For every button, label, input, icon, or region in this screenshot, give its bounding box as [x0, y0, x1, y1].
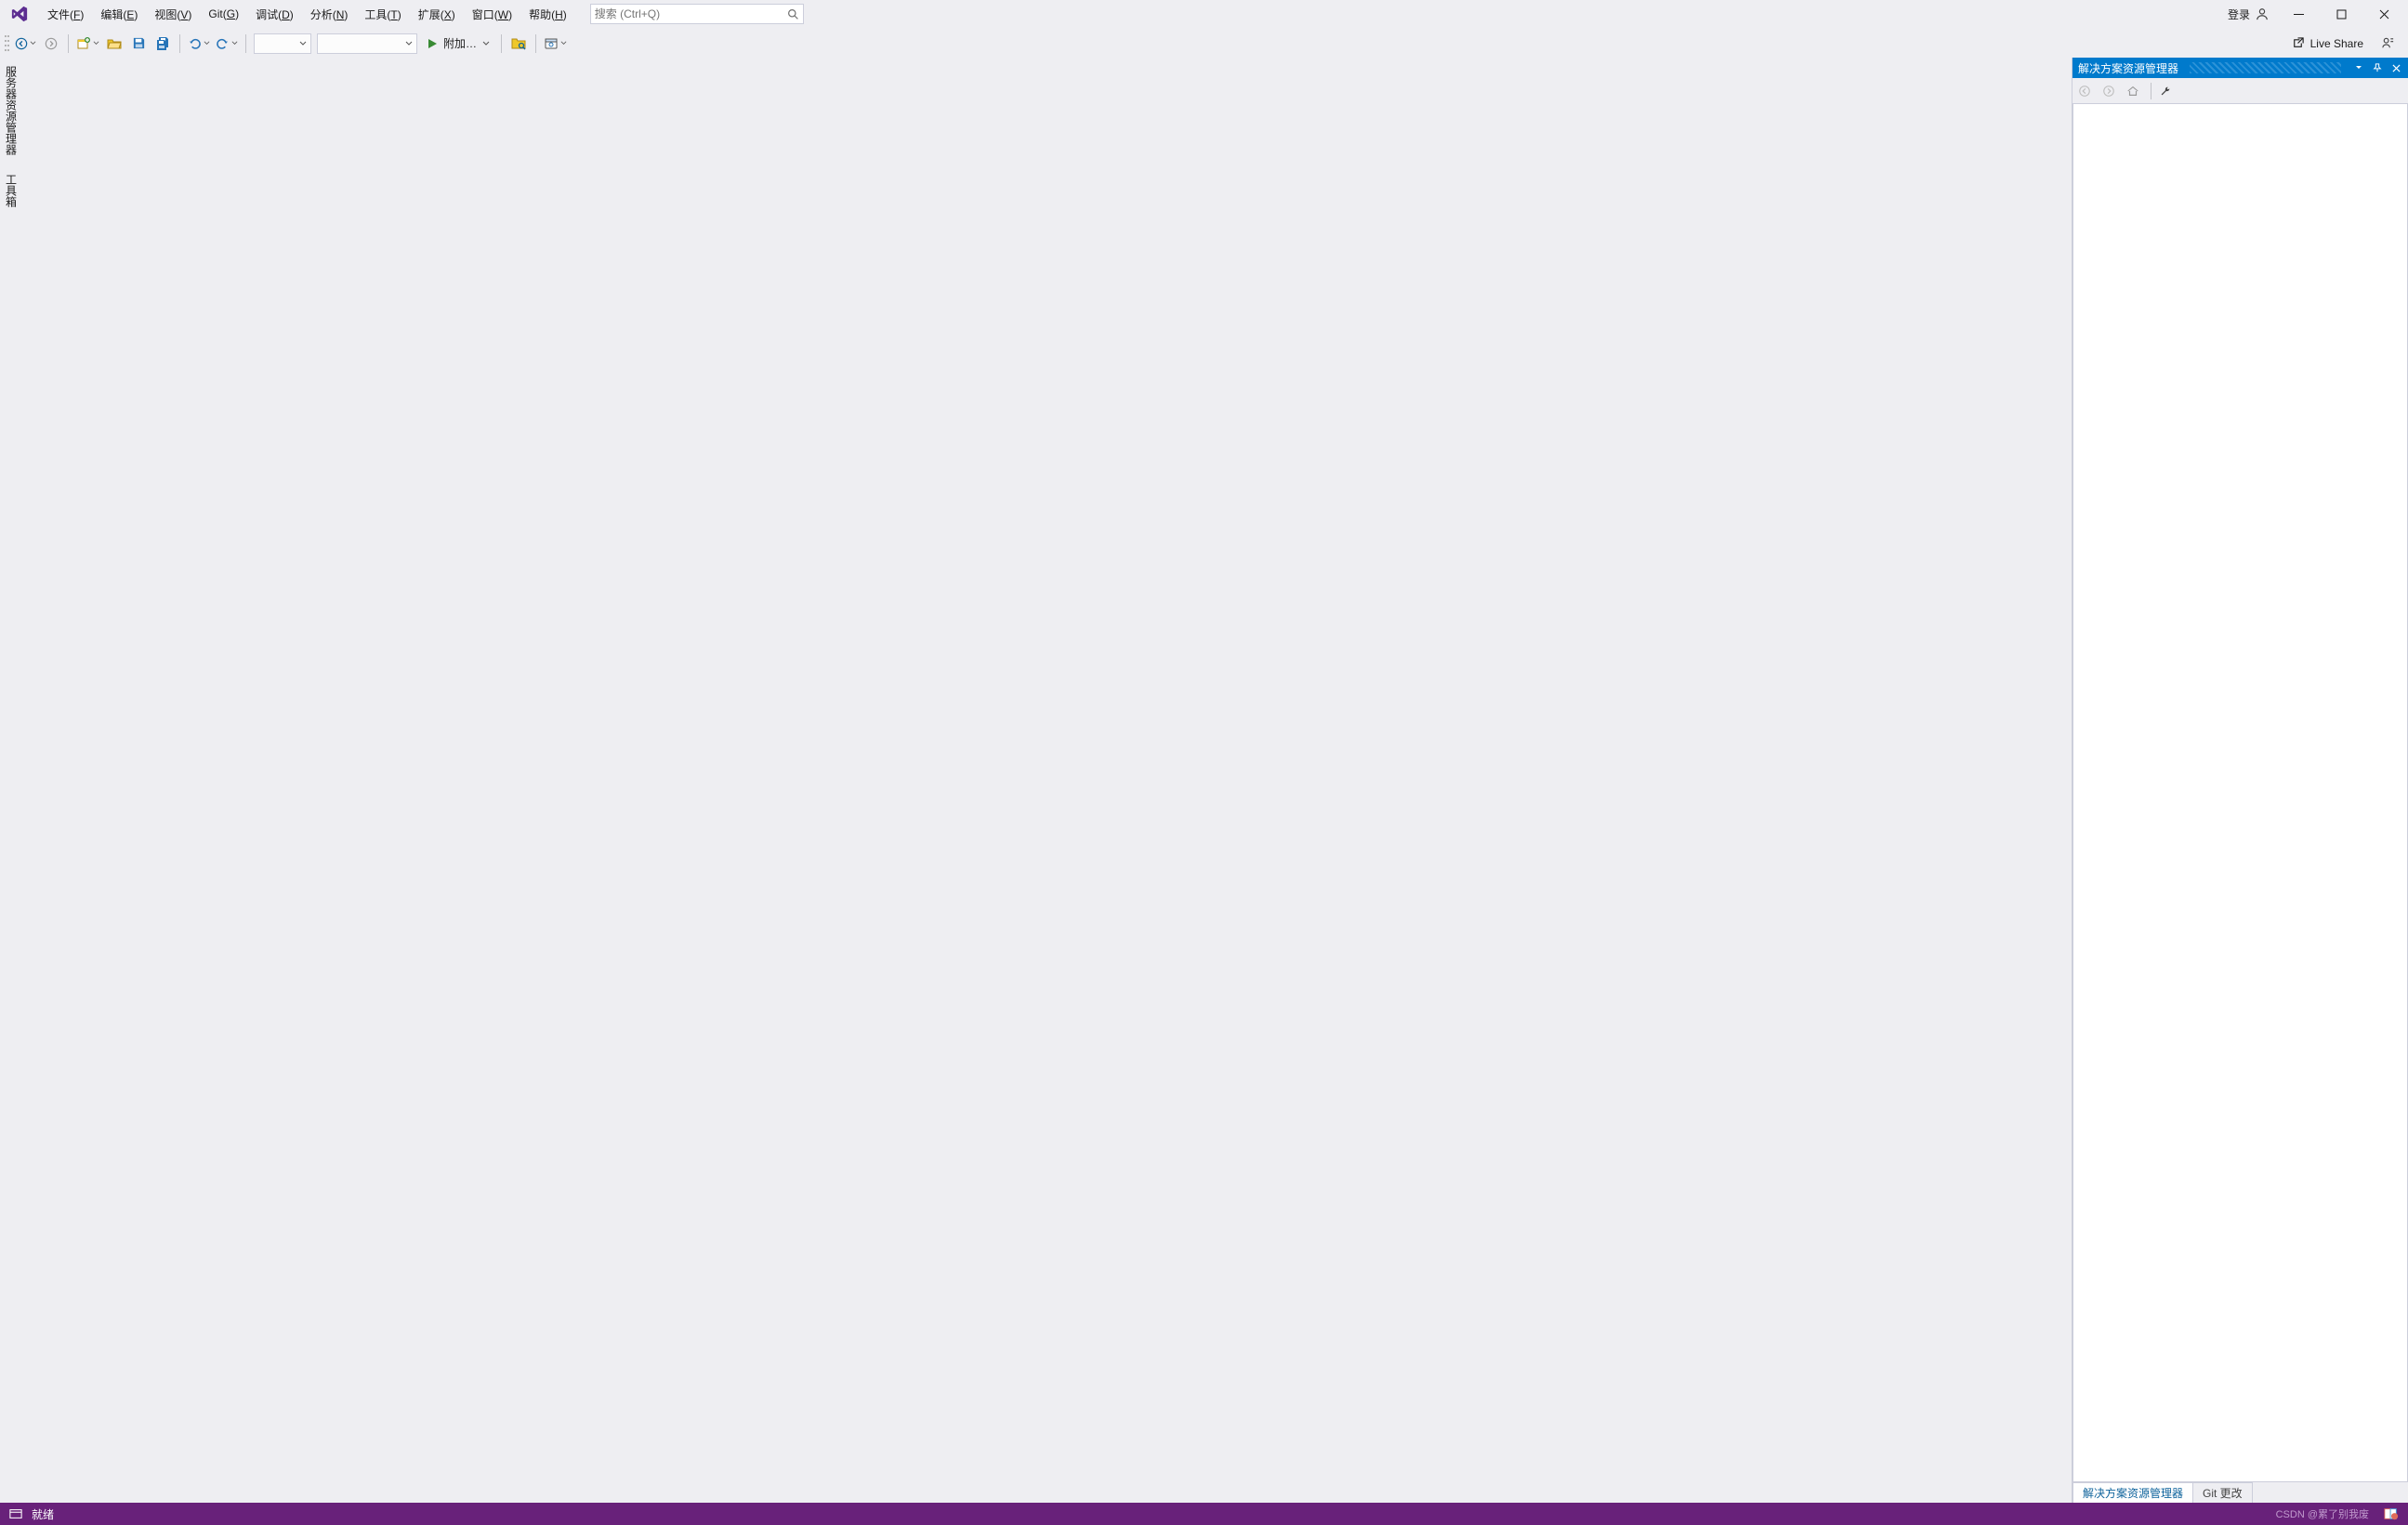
- menu-extensions[interactable]: 扩展(X): [410, 3, 464, 26]
- open-file-button[interactable]: [103, 33, 125, 55]
- chevron-down-icon: [231, 40, 238, 46]
- save-button[interactable]: [127, 33, 150, 55]
- solution-tree[interactable]: [2072, 104, 2408, 1482]
- attach-label: 附加…: [443, 35, 477, 51]
- toolbar-separator: [245, 34, 246, 53]
- feedback-button[interactable]: [2376, 33, 2399, 55]
- live-share-label: Live Share: [2310, 37, 2363, 50]
- solution-platform-combo[interactable]: [317, 33, 417, 54]
- panel-home-button[interactable]: [2126, 85, 2143, 98]
- menu-debug[interactable]: 调试(D): [247, 3, 302, 26]
- vs-logo-icon: [7, 2, 32, 26]
- status-text: 就绪: [32, 1506, 54, 1522]
- login-label: 登录: [2228, 7, 2250, 22]
- toolbar-grip[interactable]: [4, 33, 9, 54]
- window-minimize-button[interactable]: [2278, 1, 2319, 27]
- nav-forward-button[interactable]: [40, 33, 62, 55]
- main-toolbar: 附加… Live Share: [0, 28, 2408, 58]
- panel-title-label: 解决方案资源管理器: [2078, 60, 2178, 76]
- search-input[interactable]: [595, 7, 787, 20]
- chevron-down-icon: [93, 40, 99, 46]
- watermark-text: CSDN @累了别我废: [2276, 1506, 2369, 1521]
- attach-debugger-button[interactable]: 附加…: [421, 33, 495, 55]
- search-icon: [787, 8, 799, 20]
- menu-bar: 文件(F) 编辑(E) 视图(V) Git(G) 调试(D) 分析(N) 工具(…: [0, 0, 2408, 28]
- share-icon: [2291, 36, 2305, 50]
- tab-solution-explorer[interactable]: 解决方案资源管理器: [2072, 1482, 2193, 1503]
- workspace: 服务器资源管理器 工具箱 解决方案资源管理器 解决方案资源管理器 Git 更改: [0, 58, 2408, 1503]
- panel-tabs: 解决方案资源管理器 Git 更改: [2072, 1482, 2408, 1503]
- panel-menu-button[interactable]: [2352, 61, 2365, 74]
- menu-tools[interactable]: 工具(T): [356, 3, 409, 26]
- status-bar: 就绪 CSDN @累了别我废: [0, 1503, 2408, 1525]
- menu-view[interactable]: 视图(V): [146, 3, 200, 26]
- chevron-down-icon: [30, 40, 36, 46]
- panel-forward-button[interactable]: [2102, 85, 2119, 98]
- chevron-down-icon: [560, 40, 567, 46]
- live-share-button[interactable]: Live Share: [2285, 33, 2369, 53]
- panel-title-grip: [2190, 62, 2341, 73]
- user-icon: [2256, 7, 2269, 20]
- login-button[interactable]: 登录: [2220, 3, 2276, 26]
- menu-edit[interactable]: 编辑(E): [92, 3, 146, 26]
- new-project-button[interactable]: [74, 33, 101, 55]
- toolbar-separator: [535, 34, 536, 53]
- toolbox-tab[interactable]: 工具箱: [1, 167, 22, 214]
- redo-button[interactable]: [214, 33, 240, 55]
- server-explorer-tab[interactable]: 服务器资源管理器: [1, 59, 22, 162]
- toolbar-separator: [501, 34, 502, 53]
- save-all-button[interactable]: [151, 33, 174, 55]
- panel-toolbar: [2072, 78, 2408, 104]
- window-management-icon[interactable]: [9, 1508, 22, 1519]
- panel-pin-button[interactable]: [2371, 61, 2384, 74]
- chevron-down-icon: [204, 40, 210, 46]
- chevron-down-icon: [299, 40, 307, 47]
- panel-title-bar[interactable]: 解决方案资源管理器: [2072, 58, 2408, 78]
- solution-config-combo[interactable]: [254, 33, 311, 54]
- browser-link-button[interactable]: [542, 33, 569, 55]
- menu-file[interactable]: 文件(F): [39, 3, 92, 26]
- find-in-files-button[interactable]: [507, 33, 530, 55]
- menu-items: 文件(F) 编辑(E) 视图(V) Git(G) 调试(D) 分析(N) 工具(…: [39, 3, 575, 26]
- solution-explorer-panel: 解决方案资源管理器 解决方案资源管理器 Git 更改: [2072, 58, 2408, 1503]
- menu-git[interactable]: Git(G): [200, 4, 247, 24]
- search-box[interactable]: [590, 4, 804, 24]
- menu-help[interactable]: 帮助(H): [520, 3, 575, 26]
- menu-window[interactable]: 窗口(W): [464, 3, 520, 26]
- chevron-down-icon: [482, 40, 490, 47]
- nav-back-button[interactable]: [13, 33, 38, 55]
- panel-close-button[interactable]: [2389, 61, 2402, 74]
- menu-analyze[interactable]: 分析(N): [302, 3, 357, 26]
- chevron-down-icon: [405, 40, 413, 47]
- undo-button[interactable]: [186, 33, 212, 55]
- notification-tray[interactable]: [2384, 1507, 2399, 1520]
- window-close-button[interactable]: [2363, 1, 2404, 27]
- editor-area: [22, 58, 2072, 1503]
- left-dock: 服务器资源管理器 工具箱: [0, 58, 22, 1503]
- window-maximize-button[interactable]: [2321, 1, 2362, 27]
- panel-back-button[interactable]: [2078, 85, 2095, 98]
- toolbar-separator: [68, 34, 69, 53]
- panel-properties-button[interactable]: [2159, 85, 2176, 98]
- play-icon: [427, 38, 438, 49]
- toolbar-separator: [179, 34, 180, 53]
- tab-git-changes[interactable]: Git 更改: [2192, 1482, 2253, 1503]
